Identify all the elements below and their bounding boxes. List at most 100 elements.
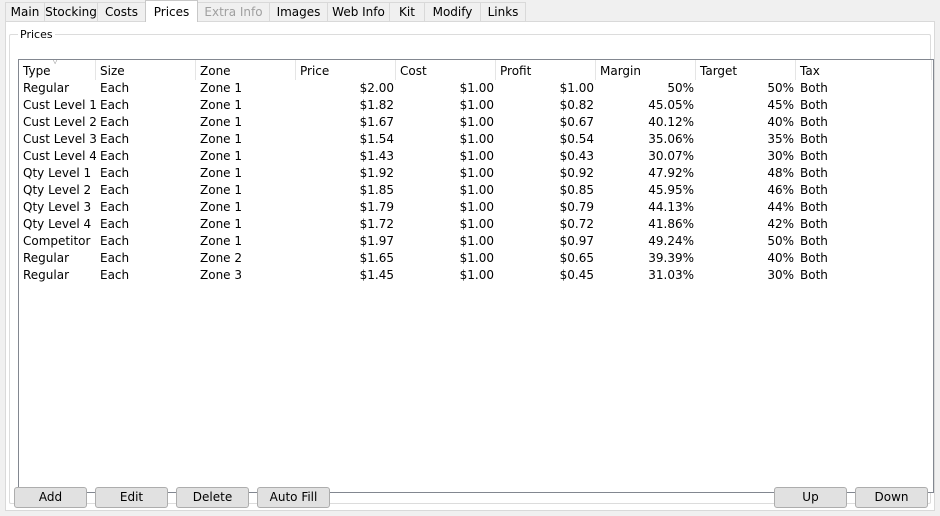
cell-target: 40% — [767, 115, 794, 129]
cell-price: $2.00 — [359, 81, 394, 95]
cell-type: Cust Level 4 — [23, 149, 96, 163]
cell-type: Qty Level 3 — [23, 200, 92, 214]
table-row[interactable]: Cust Level 3 Each Zone 1 $1.54 $1.00 $0.54 35.… — [19, 131, 933, 148]
table-row[interactable]: Qty Level 2 Each Zone 1 $1.85 $1.00 $0.85 45.9… — [19, 182, 933, 199]
cell-type: Regular — [23, 251, 70, 265]
cell-size: Each — [100, 234, 130, 248]
cell-price: $1.82 — [359, 98, 394, 112]
delete-button[interactable]: Delete — [176, 487, 249, 508]
column-header-tax[interactable]: Tax — [796, 60, 932, 80]
cell-cost: $1.00 — [459, 268, 494, 282]
cell-zone: Zone 1 — [200, 132, 242, 146]
prices-group-label: Prices — [18, 28, 55, 41]
cell-profit: $0.97 — [559, 234, 594, 248]
table-row[interactable]: Cust Level 2 Each Zone 1 $1.67 $1.00 $0.67 40.… — [19, 114, 933, 131]
cell-target: 48% — [767, 166, 794, 180]
tab-kit[interactable]: Kit — [389, 2, 425, 21]
cell-type: Qty Level 4 — [23, 217, 92, 231]
cell-size: Each — [100, 132, 130, 146]
column-header-cost[interactable]: Cost — [396, 60, 496, 80]
table-row[interactable]: Qty Level 1 Each Zone 1 $1.92 $1.00 $0.92 47.9… — [19, 165, 933, 182]
tab-links[interactable]: Links — [480, 2, 526, 21]
table-row[interactable]: Cust Level 4 Each Zone 1 $1.43 $1.00 $0.43 30.… — [19, 148, 933, 165]
cell-target: 50% — [767, 81, 794, 95]
edit-button[interactable]: Edit — [95, 487, 168, 508]
cell-type: Competitor — [23, 234, 91, 248]
cell-target: 30% — [767, 149, 794, 163]
table-row[interactable]: Cust Level 1 Each Zone 1 $1.82 $1.00 $0.82 45.… — [19, 97, 933, 114]
cell-cost: $1.00 — [459, 166, 494, 180]
cell-size: Each — [100, 98, 130, 112]
cell-target: 45% — [767, 98, 794, 112]
sort-indicator-icon: ▽ — [52, 59, 59, 65]
cell-tax: Both — [800, 98, 828, 112]
column-header-margin[interactable]: Margin — [596, 60, 696, 80]
cell-margin: 50% — [667, 81, 694, 95]
tab-bar: Main Stocking Costs Prices Extra Info Images W… — [5, 0, 526, 22]
cell-price: $1.97 — [359, 234, 394, 248]
cell-cost: $1.00 — [459, 183, 494, 197]
table-row[interactable]: Regular Each Zone 3 $1.45 $1.00 $0.45 31.03% 30… — [19, 267, 933, 284]
cell-price: $1.72 — [359, 217, 394, 231]
cell-margin: 35.06% — [648, 132, 694, 146]
cell-tax: Both — [800, 200, 828, 214]
cell-price: $1.65 — [359, 251, 394, 265]
cell-target: 35% — [767, 132, 794, 146]
cell-margin: 47.92% — [648, 166, 694, 180]
cell-margin: 39.39% — [648, 251, 694, 265]
cell-zone: Zone 1 — [200, 149, 242, 163]
column-header-price[interactable]: Price — [296, 60, 396, 80]
tab-prices[interactable]: Prices — [145, 0, 198, 22]
auto-fill-button[interactable]: Auto Fill — [257, 487, 330, 508]
cell-zone: Zone 1 — [200, 200, 242, 214]
cell-profit: $0.79 — [559, 200, 594, 214]
cell-profit: $0.82 — [559, 98, 594, 112]
table-row[interactable]: Qty Level 4 Each Zone 1 $1.72 $1.00 $0.72 41.8… — [19, 216, 933, 233]
cell-tax: Both — [800, 81, 828, 95]
tab-modify[interactable]: Modify — [424, 2, 481, 21]
column-header-zone[interactable]: Zone — [196, 60, 296, 80]
cell-type: Qty Level 2 — [23, 183, 92, 197]
cell-type: Qty Level 1 — [23, 166, 92, 180]
table-row[interactable]: Qty Level 3 Each Zone 1 $1.79 $1.00 $0.79 44.1… — [19, 199, 933, 216]
cell-price: $1.92 — [359, 166, 394, 180]
list-body: Regular Each Zone 1 $2.00 $1.00 $1.00 50% 50% Bo… — [19, 80, 933, 284]
cell-margin: 31.03% — [648, 268, 694, 282]
cell-cost: $1.00 — [459, 132, 494, 146]
cell-zone: Zone 3 — [200, 268, 242, 282]
cell-price: $1.85 — [359, 183, 394, 197]
cell-size: Each — [100, 81, 130, 95]
move-up-button[interactable]: Up — [774, 487, 847, 508]
cell-size: Each — [100, 217, 130, 231]
cell-price: $1.54 — [359, 132, 394, 146]
cell-target: 30% — [767, 268, 794, 282]
table-row[interactable]: Competitor Each Zone 1 $1.97 $1.00 $0.97 49.24… — [19, 233, 933, 250]
tab-web-info[interactable]: Web Info — [327, 2, 390, 21]
tab-stocking[interactable]: Stocking — [44, 2, 98, 21]
cell-size: Each — [100, 149, 130, 163]
move-down-button[interactable]: Down — [855, 487, 928, 508]
cell-profit: $0.65 — [559, 251, 594, 265]
cell-cost: $1.00 — [459, 200, 494, 214]
cell-size: Each — [100, 166, 130, 180]
cell-profit: $0.45 — [559, 268, 594, 282]
add-button[interactable]: Add — [14, 487, 87, 508]
tab-images[interactable]: Images — [269, 2, 328, 21]
table-row[interactable]: Regular Each Zone 1 $2.00 $1.00 $1.00 50% 50% Bo… — [19, 80, 933, 97]
cell-profit: $0.92 — [559, 166, 594, 180]
table-row[interactable]: Regular Each Zone 2 $1.65 $1.00 $0.65 39.39% 40… — [19, 250, 933, 267]
column-header-target[interactable]: Target — [696, 60, 796, 80]
tab-costs[interactable]: Costs — [97, 2, 146, 21]
column-header-profit[interactable]: Profit — [496, 60, 596, 80]
cell-margin: 44.13% — [648, 200, 694, 214]
list-header: ▽ Type Size Zone Price Cost Profit Margin Targe… — [19, 60, 933, 80]
cell-tax: Both — [800, 234, 828, 248]
prices-list[interactable]: ▽ Type Size Zone Price Cost Profit Margin Targe… — [18, 59, 934, 493]
cell-profit: $1.00 — [559, 81, 594, 95]
cell-size: Each — [100, 183, 130, 197]
prices-tab-panel: Prices ▽ Type Size Zone Price Cost Profit Marg… — [5, 21, 935, 511]
cell-cost: $1.00 — [459, 81, 494, 95]
column-header-size[interactable]: Size — [96, 60, 196, 80]
tab-main[interactable]: Main — [5, 2, 45, 21]
cell-price: $1.79 — [359, 200, 394, 214]
